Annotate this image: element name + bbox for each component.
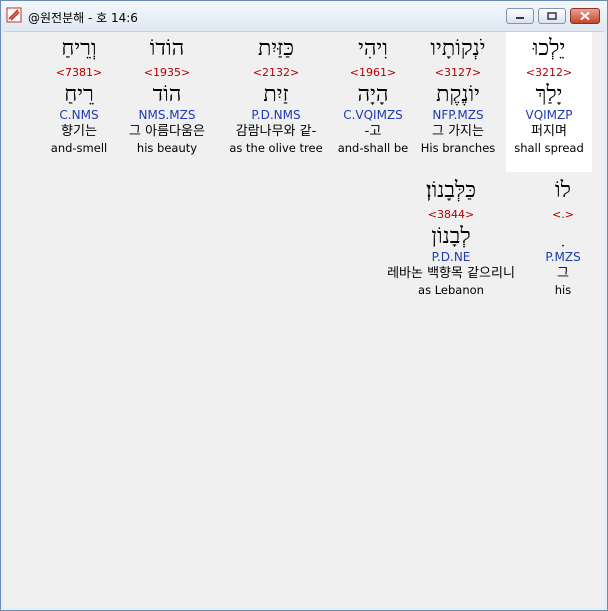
window-title: @원전분해 - 호 14:6	[28, 11, 138, 25]
word-card[interactable]: וְרֵיחַ <7381> רֵיחַ C.NMS 향기는 and-smell	[44, 32, 114, 172]
strong-number[interactable]: <1961>	[334, 66, 412, 80]
lemma-word: הוֹד	[152, 82, 182, 107]
app-icon	[6, 7, 22, 23]
lemma-word: זַיִת	[263, 82, 289, 107]
word-card[interactable]: לוֹ <.> ִ P.MZS 그 his	[536, 174, 590, 314]
korean-gloss: 레바논 백향목 같으리니	[387, 266, 515, 281]
lemma-word: ִ	[536, 224, 590, 250]
lemma-word: לְבָנוֹן	[431, 224, 471, 249]
english-gloss: his	[554, 283, 572, 297]
lemma-word: הָיָה	[357, 82, 389, 107]
close-button[interactable]	[570, 8, 600, 24]
strong-number[interactable]: <2132>	[222, 66, 330, 80]
strong-number[interactable]: <.>	[536, 208, 590, 222]
english-gloss: as the olive tree	[229, 141, 323, 155]
word-card[interactable]: יֹנְקוֹתָיו <3127> יוֹנֶקֶת NFP.MZS 그 가지…	[412, 32, 504, 172]
english-gloss: and-smell	[50, 141, 108, 155]
strong-number[interactable]: <3212>	[506, 66, 592, 80]
word-card[interactable]: הוֹדוֹ <1935> הוֹד NMS.MZS 그 아름다움은 his b…	[116, 32, 218, 172]
parsing-code: P.D.NMS	[251, 108, 301, 122]
english-gloss: as Lebanon	[418, 283, 484, 297]
hebrew-word: וִיהִי	[358, 36, 388, 61]
korean-gloss: 향기는	[61, 124, 97, 139]
korean-gloss: 퍼지며	[531, 124, 567, 139]
parsing-code: VQIMZP	[525, 108, 573, 122]
strong-number[interactable]: <1935>	[116, 66, 218, 80]
word-card[interactable]: כַּזַּיִת <2132> זַיִת P.D.NMS 감람나무와 같- …	[222, 32, 330, 172]
word-card[interactable]: וִיהִי <1961> הָיָה C.VQIMZS -고 and-shal…	[334, 32, 412, 172]
strong-number[interactable]: <3844>	[368, 208, 534, 222]
korean-gloss: 그 가지는	[432, 124, 484, 139]
parsing-code: C.VQIMZS	[343, 108, 403, 122]
korean-gloss: 그 아름다움은	[129, 124, 205, 139]
parsing-code: C.NMS	[59, 108, 99, 122]
parsing-code: NMS.MZS	[138, 108, 196, 122]
korean-gloss: 감람나무와 같-	[235, 124, 317, 139]
title-bar[interactable]: @원전분해 - 호 14:6	[1, 1, 607, 31]
hebrew-word: הוֹדוֹ	[149, 36, 185, 61]
lemma-word: יָלַךְ	[535, 82, 563, 107]
interlinear-panel: יֵלְכוּ <3212> יָלַךְ VQIMZP 퍼지며 shall s…	[4, 31, 604, 607]
word-card[interactable]: יֵלְכוּ <3212> יָלַךְ VQIMZP 퍼지며 shall s…	[506, 32, 592, 172]
parsing-code: P.D.NE	[431, 250, 471, 264]
hebrew-word: יֵלְכוּ	[532, 36, 566, 61]
lemma-word: יוֹנֶקֶת	[436, 82, 480, 107]
maximize-button[interactable]	[538, 8, 566, 24]
english-gloss: His branches	[420, 141, 496, 155]
korean-gloss: 그	[557, 266, 569, 281]
english-gloss: shall spread	[514, 141, 584, 155]
parsing-code: P.MZS	[545, 250, 581, 264]
hebrew-word: כַּלְּבָנוֹן׃	[425, 178, 477, 203]
korean-gloss: -고	[364, 124, 382, 139]
hebrew-word: כַּזַּיִת	[257, 36, 295, 61]
strong-number[interactable]: <7381>	[44, 66, 114, 80]
parsing-code: NFP.MZS	[432, 108, 484, 122]
strong-number[interactable]: <3127>	[412, 66, 504, 80]
english-gloss: his beauty	[136, 141, 198, 155]
minimize-button[interactable]	[506, 8, 534, 24]
hebrew-word: לוֹ	[555, 178, 571, 203]
hebrew-word: וְרֵיחַ	[61, 36, 97, 61]
lemma-word: רֵיחַ	[64, 82, 94, 107]
english-gloss: and-shall be	[337, 141, 409, 155]
hebrew-word: יֹנְקוֹתָיו	[430, 36, 486, 61]
app-window: @원전분해 - 호 14:6 יֵלְכוּ <3212> יָלַךְ VQI…	[0, 0, 608, 611]
word-card[interactable]: כַּלְּבָנוֹן׃ <3844> לְבָנוֹן P.D.NE 레바논…	[368, 174, 534, 314]
